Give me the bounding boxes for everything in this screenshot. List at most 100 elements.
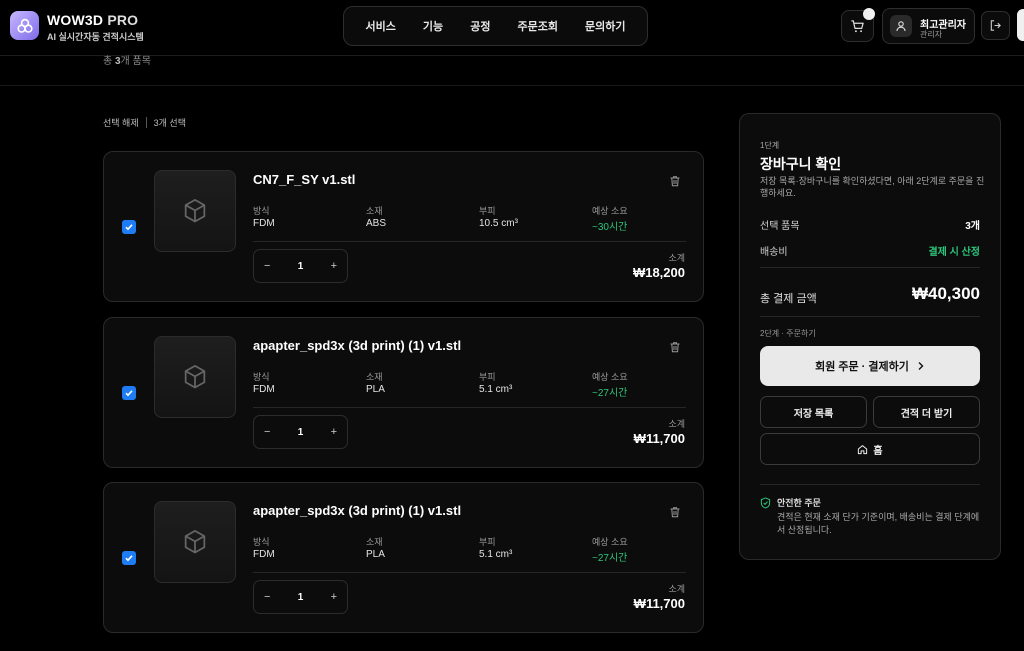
decrease-quantity-button[interactable]: − bbox=[264, 591, 270, 603]
method-label: 방식 bbox=[253, 537, 270, 547]
nav-item-process[interactable]: 공정 bbox=[470, 18, 490, 34]
delete-item-button[interactable] bbox=[669, 174, 681, 192]
delete-item-button[interactable] bbox=[669, 505, 681, 523]
step-label: 1단계 bbox=[760, 141, 780, 150]
material-value: ABS bbox=[366, 218, 387, 229]
quantity-stepper: − 1 + bbox=[253, 249, 348, 283]
subtotal-label: 소계 bbox=[668, 419, 685, 429]
quantity-stepper: − 1 + bbox=[253, 580, 348, 614]
volume-value: 5.1 cm³ bbox=[479, 549, 513, 560]
model-thumbnail[interactable] bbox=[154, 170, 236, 252]
time-label: 예상 소요 bbox=[592, 372, 628, 382]
user-role: 관리자 bbox=[920, 30, 943, 39]
top-header: WOW3D PRO AI 실시간자동 견적시스템 서비스 기능 공정 주문조회 … bbox=[0, 0, 1024, 56]
step2-label: 2단계 · 주문하기 bbox=[760, 329, 816, 338]
time-value: ~30시간 bbox=[592, 222, 628, 233]
nav-item-service[interactable]: 서비스 bbox=[366, 18, 396, 34]
cube-icon bbox=[184, 530, 206, 554]
item-checkbox[interactable] bbox=[122, 551, 136, 565]
check-icon bbox=[125, 555, 133, 562]
subtotal-label: 소계 bbox=[668, 584, 685, 594]
shield-check-icon bbox=[760, 496, 771, 514]
decrease-quantity-button[interactable]: − bbox=[264, 260, 270, 272]
brand-name[interactable]: WOW3D PRO bbox=[47, 12, 138, 28]
saved-list-button[interactable]: 저장 목록 bbox=[760, 396, 867, 428]
quantity-value: 1 bbox=[297, 591, 304, 603]
divider bbox=[0, 85, 1024, 86]
volume-label: 부피 bbox=[479, 206, 496, 216]
user-menu-button[interactable]: 최고관리자 관리자 bbox=[882, 8, 975, 44]
divider bbox=[145, 117, 147, 128]
cart-item-card: apapter_spd3x (3d print) (1) v1.stl 방식 소… bbox=[103, 482, 704, 633]
nav-item-features[interactable]: 기능 bbox=[423, 18, 443, 34]
main-nav: 서비스 기능 공정 주문조회 문의하기 bbox=[343, 6, 648, 46]
material-value: PLA bbox=[366, 549, 385, 560]
edge-action-button[interactable] bbox=[1017, 9, 1024, 41]
logout-icon bbox=[990, 20, 1001, 31]
quantity-stepper: − 1 + bbox=[253, 415, 348, 449]
home-button[interactable]: 홈 bbox=[760, 433, 980, 465]
panel-title: 장바구니 확인 bbox=[760, 156, 842, 172]
model-thumbnail[interactable] bbox=[154, 501, 236, 583]
cart-item-card: CN7_F_SY v1.stl 방식 소재 부피 예상 소요 FDM ABS 1… bbox=[103, 151, 704, 302]
get-more-quotes-button[interactable]: 견적 더 받기 bbox=[873, 396, 980, 428]
cube-icon bbox=[184, 199, 206, 223]
total-label: 총 결제 금액 bbox=[760, 293, 817, 305]
method-value: FDM bbox=[253, 384, 275, 395]
item-filename: CN7_F_SY v1.stl bbox=[253, 172, 356, 187]
material-label: 소재 bbox=[366, 206, 383, 216]
shipping-value: 결제 시 산정 bbox=[928, 247, 980, 258]
chevron-right-icon bbox=[918, 362, 924, 370]
nav-item-contact[interactable]: 문의하기 bbox=[585, 18, 625, 34]
subtotal-price: ₩11,700 bbox=[633, 431, 685, 446]
material-label: 소재 bbox=[366, 372, 383, 382]
volume-value: 10.5 cm³ bbox=[479, 218, 518, 229]
subtotal-price: ₩11,700 bbox=[633, 596, 685, 611]
model-thumbnail[interactable] bbox=[154, 336, 236, 418]
time-value: ~27시간 bbox=[592, 388, 628, 399]
panel-description: 저장 목록·장바구니를 확인하셨다면, 아래 2단계로 주문을 진행하세요. bbox=[760, 176, 985, 198]
volume-label: 부피 bbox=[479, 372, 496, 382]
volume-value: 5.1 cm³ bbox=[479, 384, 513, 395]
checkout-button[interactable]: 회원 주문 · 결제하기 bbox=[760, 346, 980, 386]
increase-quantity-button[interactable]: + bbox=[331, 260, 337, 272]
selected-items-value: 3개 bbox=[965, 221, 980, 232]
safe-order-title: 안전한 주문 bbox=[777, 498, 821, 508]
quantity-value: 1 bbox=[297, 426, 304, 438]
check-icon bbox=[125, 390, 133, 397]
decrease-quantity-button[interactable]: − bbox=[264, 426, 270, 438]
increase-quantity-button[interactable]: + bbox=[331, 426, 337, 438]
divider bbox=[253, 241, 686, 242]
item-count: 총 3개 품목 bbox=[103, 56, 151, 67]
trash-icon bbox=[670, 176, 680, 187]
order-summary-panel: 1단계 장바구니 확인 저장 목록·장바구니를 확인하셨다면, 아래 2단계로 … bbox=[739, 113, 1001, 560]
safe-order-description: 견적은 현재 소재 단가 기준이며, 배송비는 결제 단계에서 산정됩니다. bbox=[777, 512, 980, 535]
delete-item-button[interactable] bbox=[669, 340, 681, 358]
volume-label: 부피 bbox=[479, 537, 496, 547]
deselect-all-button[interactable]: 선택 해제 bbox=[103, 116, 139, 129]
home-icon bbox=[858, 444, 868, 454]
item-filename: apapter_spd3x (3d print) (1) v1.stl bbox=[253, 503, 462, 518]
selected-count: 3개 선택 bbox=[153, 118, 186, 128]
material-value: PLA bbox=[366, 384, 385, 395]
cart-item-card: apapter_spd3x (3d print) (1) v1.stl 방식 소… bbox=[103, 317, 704, 468]
quantity-value: 1 bbox=[297, 260, 304, 272]
cart-icon bbox=[851, 19, 864, 32]
subtotal-price: ₩18,200 bbox=[632, 265, 685, 280]
trash-icon bbox=[670, 342, 680, 353]
item-checkbox[interactable] bbox=[122, 386, 136, 400]
item-checkbox[interactable] bbox=[122, 220, 136, 234]
time-value: ~27시간 bbox=[592, 553, 628, 564]
increase-quantity-button[interactable]: + bbox=[331, 591, 337, 603]
time-label: 예상 소요 bbox=[592, 537, 628, 547]
selected-items-label: 선택 품목 bbox=[760, 221, 800, 232]
cart-badge bbox=[863, 8, 875, 20]
cube-icon bbox=[184, 365, 206, 389]
time-label: 예상 소요 bbox=[592, 206, 628, 216]
method-value: FDM bbox=[253, 549, 275, 560]
logout-button[interactable] bbox=[981, 11, 1010, 40]
brand-logo-icon[interactable] bbox=[10, 11, 39, 40]
nav-item-order-lookup[interactable]: 주문조회 bbox=[517, 18, 557, 34]
selection-bar: 선택 해제 3개 선택 bbox=[103, 116, 186, 129]
trash-icon bbox=[670, 507, 680, 518]
